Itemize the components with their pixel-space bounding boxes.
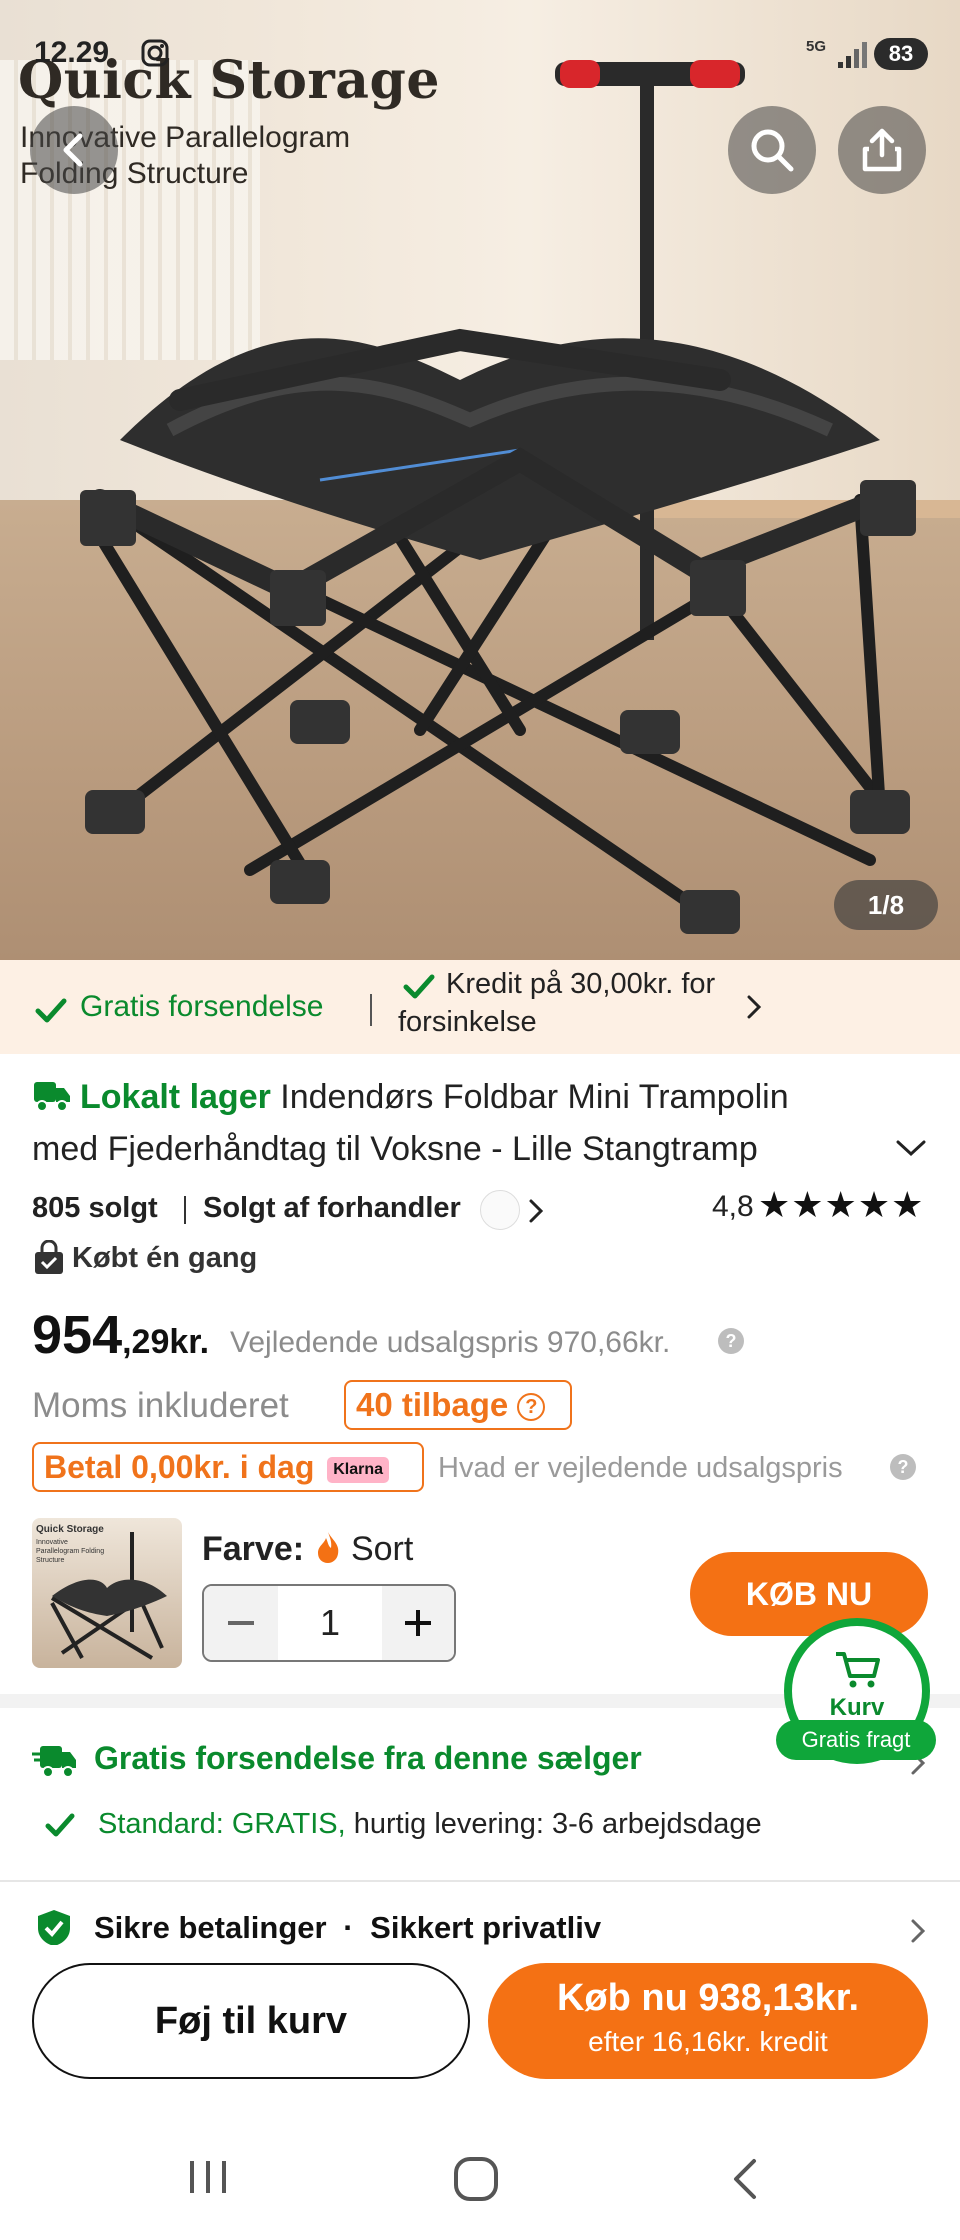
shopping-bag-icon: [35, 1240, 63, 1274]
credit-text-line1: Kredit på 30,00kr. for: [446, 968, 716, 1000]
check-icon: [45, 1813, 75, 1837]
plus-icon: [405, 1610, 431, 1636]
promo-divider: [370, 994, 372, 1026]
chevron-right-icon: [747, 995, 762, 1019]
stock-left-text: 40 tilbage: [356, 1386, 509, 1423]
credit-text-line2: forsinkelse: [398, 1006, 537, 1038]
chevron-left-icon: [63, 133, 83, 167]
free-shipping-text: Gratis forsendelse: [80, 990, 324, 1023]
quantity-stepper[interactable]: 1: [202, 1584, 456, 1662]
color-value: Sort: [350, 1530, 414, 1568]
sold-count: 805 solgt: [32, 1192, 158, 1224]
buy-now-button[interactable]: Køb nu 938,13kr. efter 16,16kr. kredit: [488, 1963, 928, 2079]
pay-today-badge[interactable]: Betal 0,00kr. i dag Klarna: [32, 1442, 424, 1492]
shield-check-icon: [38, 1910, 70, 1945]
signal-icon: [838, 42, 867, 68]
back-button[interactable]: [30, 106, 118, 194]
rrp-info-icon[interactable]: ?: [718, 1328, 744, 1354]
variant-thumbnail[interactable]: Quick Storage Innovative Parallelogram F…: [32, 1518, 182, 1668]
secure-payments-label: Sikre betalinger: [94, 1910, 327, 1945]
rating-value: 4,8: [712, 1190, 754, 1223]
standard-shipping: Standard: GRATIS, hurtig levering: 3-6 a…: [98, 1808, 762, 1841]
product-image[interactable]: Quick Storage Innovative Parallelogram F…: [0, 0, 960, 960]
standard-free-label: Standard: GRATIS,: [98, 1808, 346, 1840]
cart-label: Kurv: [829, 1694, 885, 1721]
product-title[interactable]: Lokalt lager Indendørs Foldbar Mini Tram…: [32, 1072, 912, 1122]
home-icon[interactable]: [452, 2155, 500, 2203]
recent-apps-icon[interactable]: [186, 2157, 230, 2197]
price: 954,29kr.: [32, 1304, 209, 1366]
back-nav-icon[interactable]: [726, 2155, 762, 2203]
delivery-truck-icon: [32, 1746, 76, 1778]
color-label: Farve:: [202, 1530, 305, 1568]
chevron-down-icon[interactable]: [894, 1136, 928, 1160]
sold-divider: [184, 1196, 186, 1224]
cart-icon: [836, 1652, 880, 1688]
buy-now-credit: efter 16,16kr. kredit: [588, 2026, 828, 2057]
stock-left-badge[interactable]: 40 tilbage ?: [344, 1380, 572, 1430]
promo-bar[interactable]: Gratis forsendelse Kredit på 30,00kr. fo…: [0, 960, 960, 1054]
seller-link[interactable]: Solgt af forhandler: [203, 1192, 461, 1225]
quantity-value[interactable]: 1: [278, 1586, 382, 1660]
help-icon: ?: [517, 1393, 546, 1422]
rrp-label: Vejledende udsalgspris 970,66kr.: [230, 1326, 671, 1359]
buy-now-button-small[interactable]: KØB NU: [690, 1552, 928, 1636]
free-freight-badge: Gratis fragt: [776, 1720, 936, 1760]
price-main: 954: [32, 1305, 123, 1365]
price-decimals: ,29kr.: [122, 1323, 210, 1361]
check-icon: [403, 974, 435, 999]
secure-payments: Sikre betalinger · Sikkert privatliv: [94, 1910, 602, 1945]
secure-privacy-label: Sikkert privatliv: [370, 1910, 602, 1945]
search-icon: [751, 129, 794, 172]
fire-icon: [317, 1532, 338, 1563]
chevron-right-icon: [911, 1919, 926, 1943]
product-title-line2: med Fjederhåndtag til Voksne - Lille Sta…: [32, 1130, 758, 1168]
increase-button[interactable]: [382, 1586, 454, 1660]
product-title-line1: Indendørs Foldbar Mini Trampolin: [270, 1078, 789, 1116]
network-label: 5G: [806, 38, 827, 55]
vat-label: Moms inkluderet: [32, 1386, 289, 1425]
buy-now-price: Køb nu 938,13kr.: [556, 1977, 859, 2019]
shipping-title: Gratis forsendelse fra denne sælger: [94, 1740, 642, 1776]
share-button[interactable]: [838, 106, 926, 194]
check-icon: [35, 998, 67, 1023]
local-stock-label: Lokalt lager: [80, 1078, 271, 1116]
minus-icon: [228, 1621, 254, 1625]
color-selector[interactable]: Farve: Sort: [202, 1530, 413, 1569]
bottom-action-bar: Føj til kurv Køb nu 938,13kr. efter 16,1…: [0, 1945, 960, 2105]
instagram-icon: [141, 39, 169, 67]
search-button[interactable]: [728, 106, 816, 194]
status-time: 12.29: [34, 36, 110, 69]
image-pager: 1/8: [834, 880, 938, 930]
bought-once-label: Købt én gang: [72, 1242, 258, 1274]
klarna-logo: Klarna: [327, 1456, 390, 1483]
thumb-trampoline-image: [50, 1532, 167, 1660]
chevron-right-icon[interactable]: [526, 1196, 546, 1226]
status-bar: 12.29 5G 83: [0, 0, 960, 110]
rrp-question-icon[interactable]: ?: [890, 1454, 916, 1480]
add-to-cart-button[interactable]: Føj til kurv: [32, 1963, 470, 2079]
share-icon: [862, 128, 902, 172]
delivery-time: hurtig levering: 3-6 arbejdsdage: [345, 1808, 762, 1840]
seller-avatar[interactable]: [480, 1190, 520, 1230]
pay-today-text: Betal 0,00kr. i dag: [44, 1449, 315, 1485]
secure-section[interactable]: Sikre betalinger · Sikkert privatliv: [0, 1882, 960, 1945]
rating-stars: ★★★★★: [758, 1184, 925, 1225]
rrp-question[interactable]: Hvad er vejledende udsalgspris: [438, 1452, 843, 1485]
decrease-button[interactable]: [204, 1586, 278, 1660]
system-navigation-bar: [0, 2105, 960, 2240]
battery-indicator: 83: [874, 38, 928, 70]
